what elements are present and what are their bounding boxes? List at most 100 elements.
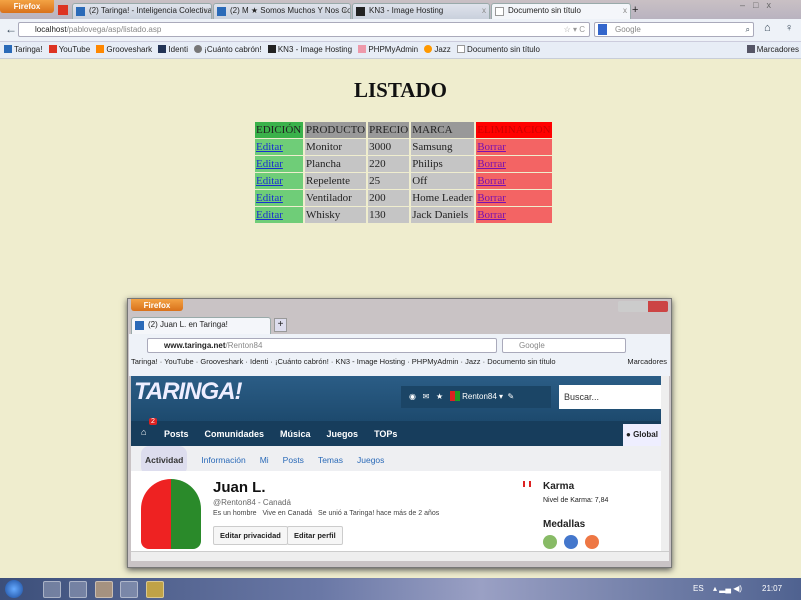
header-precio: PRECIO [368, 122, 410, 138]
new-tab-button[interactable]: + [274, 318, 287, 332]
bookmark-phpmyadmin[interactable]: PHPMyAdmin [358, 42, 418, 58]
nav-juegos[interactable]: Juegos [327, 429, 359, 439]
bookmark-label[interactable]: PHPMyAdmin [412, 357, 459, 366]
avatar[interactable] [449, 391, 460, 401]
tab-active[interactable]: Documento sin título x [491, 3, 631, 19]
firefox-menu-button[interactable]: Firefox [131, 299, 183, 311]
close-icon[interactable]: x [623, 4, 627, 18]
url-input[interactable]: localhost/pablovega/asp/listado.asp ☆ ▾ C [18, 22, 590, 37]
tab[interactable]: KN3 - Image Hosting x [352, 3, 490, 19]
delete-link[interactable]: Borrar [477, 141, 506, 153]
firefox-menu-button[interactable]: Firefox [0, 0, 54, 13]
nav-posts[interactable]: Posts [164, 429, 189, 439]
url-input[interactable]: www.taringa.net/Renton84 [147, 338, 497, 353]
subnav-informacion[interactable]: Información [201, 448, 245, 473]
edit-link[interactable]: Editar [256, 158, 283, 170]
edit-link[interactable]: Editar [256, 141, 283, 153]
edit-privacy-button[interactable]: Editar privacidad [213, 526, 288, 545]
taringa-main-nav: ⌂ 2 Posts Comunidades Música Juegos TOPs ● G… [131, 418, 661, 446]
edit-link[interactable]: Editar [256, 175, 283, 187]
nav-musica[interactable]: Música [280, 429, 311, 439]
username[interactable]: Renton84 [462, 392, 497, 401]
bookmark-label[interactable]: Identi [250, 357, 268, 366]
subnav-mi[interactable]: Mi [260, 448, 269, 473]
window-controls[interactable]: –□x [740, 0, 798, 14]
google-icon [598, 24, 607, 35]
bookmark-identi[interactable]: Identi [158, 42, 188, 58]
edit-link[interactable]: Editar [256, 209, 283, 221]
lightbulb-icon[interactable]: ♀ [785, 22, 793, 34]
bookmark-label[interactable]: Taringa! [131, 357, 158, 366]
subnav-posts[interactable]: Posts [283, 448, 304, 473]
user-toolbar: ◉ ✉ ★ Renton84 ▾ ✎ [401, 386, 551, 408]
taskbar-app-firefox[interactable] [95, 581, 113, 598]
tab[interactable]: (2) Taringa! - Inteligencia Colectiva x [72, 3, 212, 19]
start-button[interactable] [5, 580, 23, 598]
taskbar-app-explorer[interactable] [69, 581, 87, 598]
bookmark-taringa[interactable]: Taringa! [4, 42, 42, 58]
tab[interactable]: (2) M ★ Somos Muchos Y Nos Conoc...x [213, 3, 351, 19]
bookmark-documento[interactable]: Documento sin título [457, 42, 540, 58]
subnav-juegos[interactable]: Juegos [357, 448, 384, 473]
delete-link[interactable]: Borrar [477, 209, 506, 221]
subnav-temas[interactable]: Temas [318, 448, 343, 473]
eye-icon[interactable]: ◉ [409, 392, 416, 401]
bookmark-cuanto-cabron[interactable]: ¡Cuánto cabrón! [194, 42, 262, 58]
star-icon[interactable]: ★ [436, 392, 443, 401]
close-icon[interactable]: x [343, 4, 347, 18]
bookmarks-menu[interactable]: Marcadores [746, 42, 799, 58]
url-host: www.taringa.net [164, 341, 226, 350]
bookmark-label[interactable]: ¡Cuánto cabrón! [275, 357, 329, 366]
window-controls[interactable] [618, 301, 668, 312]
bookmark-kn3[interactable]: KN3 - Image Hosting [267, 42, 352, 58]
bookmark-label[interactable]: Documento sin título [487, 357, 555, 366]
language-indicator[interactable]: ES [693, 584, 704, 593]
youtube-pinned-tab[interactable] [58, 5, 68, 15]
taringa-header: TARINGA! ◉ ✉ ★ Renton84 ▾ ✎ Buscar... [131, 376, 663, 421]
medal-icon[interactable] [585, 535, 599, 549]
taringa-logo[interactable]: TARINGA! [134, 378, 243, 406]
search-icon[interactable]: ⌕ [746, 23, 750, 36]
reload-icon[interactable]: ☆ ▾ C [564, 23, 585, 36]
new-tab-button[interactable]: + [632, 3, 644, 17]
bookmark-grooveshark[interactable]: Grooveshark [96, 42, 152, 58]
vertical-scrollbar[interactable] [661, 376, 669, 551]
delete-link[interactable]: Borrar [477, 192, 506, 204]
medal-icon[interactable] [543, 535, 557, 549]
bookmark-jazz[interactable]: Jazz [424, 42, 451, 58]
edit-icon[interactable]: ✎ [508, 392, 515, 401]
bookmark-label[interactable]: YouTube [164, 357, 193, 366]
bookmarks-menu[interactable]: Marcadores [627, 357, 667, 366]
taskbar-app-fireworks[interactable] [146, 581, 164, 598]
tab-active[interactable]: (2) Juan L. en Taringa! [131, 317, 271, 334]
taskbar-app-dreamweaver[interactable] [43, 581, 61, 598]
horizontal-scrollbar[interactable] [131, 551, 669, 561]
profile-handle: @Renton84 - Canadá [213, 498, 291, 507]
bookmark-label[interactable]: Grooveshark [200, 357, 243, 366]
edit-link[interactable]: Editar [256, 192, 283, 204]
taskbar-app-acrobat[interactable] [120, 581, 138, 598]
close-icon[interactable]: x [482, 4, 486, 18]
home-icon[interactable]: ⌂ [141, 427, 146, 437]
nav-tops[interactable]: TOPs [374, 429, 397, 439]
home-icon[interactable]: ⌂ [764, 22, 771, 34]
close-icon[interactable]: x [204, 4, 208, 18]
bookmark-label[interactable]: Jazz [465, 357, 480, 366]
search-placeholder: Google [615, 25, 641, 34]
nav-comunidades[interactable]: Comunidades [205, 429, 265, 439]
bookmark-label[interactable]: KN3 - Image Hosting [335, 357, 405, 366]
bookmark-youtube[interactable]: YouTube [48, 42, 90, 58]
tray-icons[interactable]: ▴ ▂▄ ◀) [713, 584, 742, 593]
back-icon[interactable]: ← [5, 22, 17, 36]
url-path: /pablovega/asp/listado.asp [66, 25, 162, 34]
global-button[interactable]: ● Global [623, 424, 661, 446]
search-input[interactable]: Google [502, 338, 626, 353]
medal-icon[interactable] [564, 535, 578, 549]
delete-link[interactable]: Borrar [477, 175, 506, 187]
clock[interactable]: 21:07 [762, 584, 782, 593]
taringa-search-input[interactable]: Buscar... [559, 385, 663, 409]
mail-icon[interactable]: ✉ [423, 392, 430, 401]
delete-link[interactable]: Borrar [477, 158, 506, 170]
edit-profile-button[interactable]: Editar perfil [287, 526, 343, 545]
search-input[interactable]: Google ⌕ [594, 22, 754, 37]
